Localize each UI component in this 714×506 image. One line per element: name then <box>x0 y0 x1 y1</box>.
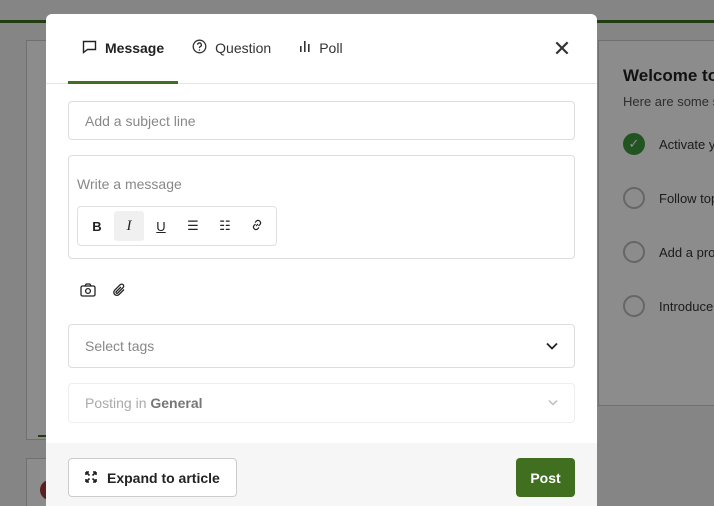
posting-group: General <box>150 395 203 411</box>
tags-placeholder: Select tags <box>85 338 155 354</box>
expand-label: Expand to article <box>107 469 220 486</box>
paperclip-icon[interactable] <box>112 283 127 302</box>
message-placeholder: Write a message <box>77 176 182 192</box>
message-editor[interactable]: Write a message B I U ☰ ☷ <box>68 155 575 259</box>
subject-input[interactable]: Add a subject line <box>68 101 575 140</box>
bold-button[interactable]: B <box>82 211 112 241</box>
expand-icon <box>85 470 97 486</box>
compose-body: Add a subject line Write a message B I U… <box>46 84 597 423</box>
numbered-list-button[interactable]: ☷ <box>210 211 240 241</box>
expand-to-article-button[interactable]: Expand to article <box>68 458 237 497</box>
post-button[interactable]: Post <box>516 458 575 497</box>
tab-message[interactable]: Message <box>68 14 179 84</box>
modal-footer: Expand to article Post <box>46 443 597 506</box>
posting-in-text: Posting in General <box>85 395 203 411</box>
italic-icon: I <box>126 217 132 234</box>
chat-bubble-icon <box>82 40 97 57</box>
format-toolbar: B I U ☰ ☷ <box>77 206 277 246</box>
tab-question[interactable]: Question <box>178 14 285 83</box>
posting-in-select[interactable]: Posting in General <box>68 383 575 423</box>
tab-label: Poll <box>319 40 343 56</box>
bar-chart-icon <box>299 40 311 56</box>
bulleted-list-icon: ☰ <box>187 218 199 233</box>
bold-icon: B <box>92 218 102 234</box>
bulleted-list-button[interactable]: ☰ <box>178 211 208 241</box>
italic-button[interactable]: I <box>114 211 144 241</box>
posting-prefix: Posting in <box>85 395 147 411</box>
tab-poll[interactable]: Poll <box>285 14 356 83</box>
chevron-down-icon <box>548 397 558 409</box>
subject-placeholder: Add a subject line <box>85 113 196 129</box>
compose-modal: Message Question Poll ✕ Add a subject li… <box>46 14 597 506</box>
underline-button[interactable]: U <box>146 211 176 241</box>
tags-select[interactable]: Select tags <box>68 324 575 368</box>
underline-icon: U <box>156 218 166 234</box>
modal-tab-bar: Message Question Poll ✕ <box>46 14 597 84</box>
link-button[interactable] <box>242 211 272 241</box>
camera-icon[interactable] <box>80 283 96 302</box>
numbered-list-icon: ☷ <box>219 218 231 233</box>
tab-label: Question <box>215 40 272 56</box>
attachment-row <box>68 283 575 302</box>
chevron-down-icon <box>546 339 558 353</box>
close-button[interactable]: ✕ <box>549 36 575 62</box>
tab-label: Message <box>105 40 165 56</box>
close-icon: ✕ <box>552 36 572 61</box>
link-icon <box>250 218 264 235</box>
question-circle-icon <box>192 39 207 57</box>
